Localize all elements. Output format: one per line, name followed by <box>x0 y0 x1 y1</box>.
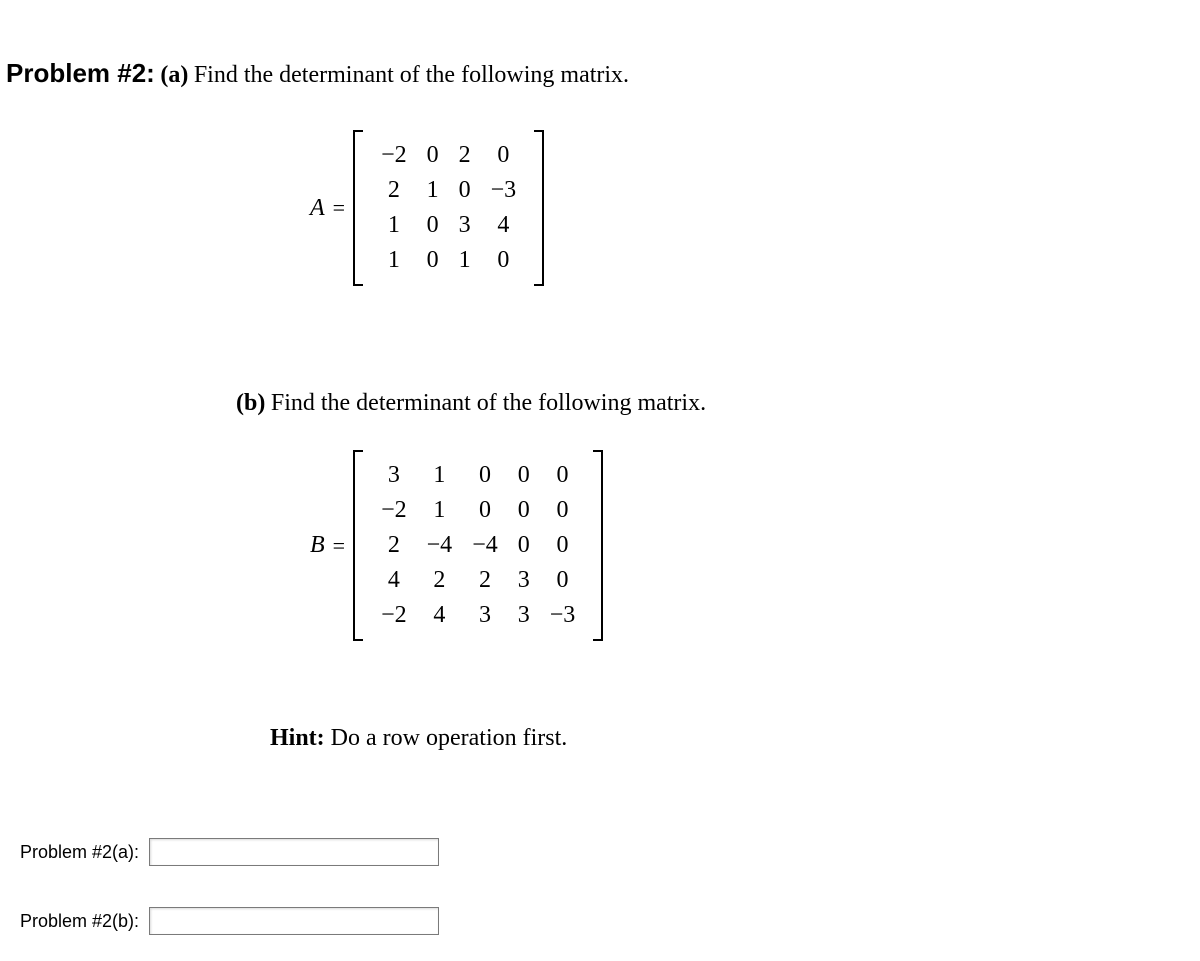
matrix-cell: 1 <box>449 243 481 278</box>
table-row: 1 0 3 4 <box>371 208 526 243</box>
part-b-text: Find the determinant of the following ma… <box>271 390 706 416</box>
hint-text: Do a row operation first. <box>325 725 568 751</box>
matrix-cell: 0 <box>449 173 481 208</box>
matrix-a-table: −2 0 2 0 2 1 0 −3 1 0 3 <box>371 138 526 278</box>
matrix-cell: 4 <box>417 598 463 633</box>
answer-row-b: Problem #2(b): <box>20 907 439 935</box>
matrix-cell: 0 <box>417 243 449 278</box>
matrix-cell: 0 <box>417 208 449 243</box>
matrix-cell: 0 <box>508 458 540 493</box>
answer-a-label: Problem #2(a): <box>20 842 139 863</box>
matrix-cell: 2 <box>371 173 417 208</box>
matrix-cell: 3 <box>371 458 417 493</box>
matrix-cell: −3 <box>481 173 527 208</box>
matrix-cell: 1 <box>417 493 463 528</box>
matrix-cell: −3 <box>540 598 586 633</box>
matrix-b-body: 3 1 0 0 0 −2 1 0 0 0 2 − <box>363 450 593 641</box>
part-b-label: (b) <box>236 390 265 416</box>
matrix-cell: 3 <box>508 598 540 633</box>
matrix-cell: −2 <box>371 598 417 633</box>
problem-line-b: (b) Find the determinant of the followin… <box>236 390 706 417</box>
matrix-cell: −4 <box>462 528 508 563</box>
hint-label: Hint: <box>270 725 325 751</box>
table-row: 4 2 2 3 0 <box>371 563 585 598</box>
problem-number: Problem #2: <box>6 58 155 88</box>
answer-b-label: Problem #2(b): <box>20 911 139 932</box>
matrix-cell: 1 <box>371 208 417 243</box>
part-a-label: (a) <box>160 62 188 88</box>
matrix-b: 3 1 0 0 0 −2 1 0 0 0 2 − <box>353 450 603 641</box>
matrix-cell: 0 <box>540 458 586 493</box>
matrix-cell: 4 <box>371 563 417 598</box>
matrix-b-block: B = 3 1 0 0 0 −2 1 0 0 <box>310 450 603 641</box>
page: Problem #2: (a) Find the determinant of … <box>0 0 1200 961</box>
table-row: −2 1 0 0 0 <box>371 493 585 528</box>
answer-row-a: Problem #2(a): <box>20 838 439 866</box>
bracket-left-icon <box>353 450 363 641</box>
matrix-a-block: A = −2 0 2 0 2 1 0 −3 <box>310 130 544 286</box>
table-row: 1 0 1 0 <box>371 243 526 278</box>
table-row: 3 1 0 0 0 <box>371 458 585 493</box>
matrix-cell: 2 <box>462 563 508 598</box>
matrix-cell: 1 <box>417 173 449 208</box>
matrix-cell: 0 <box>417 138 449 173</box>
matrix-cell: 3 <box>449 208 481 243</box>
answer-a-input[interactable] <box>149 838 439 866</box>
matrix-a: −2 0 2 0 2 1 0 −3 1 0 3 <box>353 130 544 286</box>
table-row: 2 1 0 −3 <box>371 173 526 208</box>
part-a-text: Find the determinant of the following ma… <box>194 62 629 88</box>
matrix-cell: 3 <box>508 563 540 598</box>
matrix-cell: 0 <box>481 243 527 278</box>
matrix-cell: 0 <box>462 458 508 493</box>
bracket-left-icon <box>353 130 363 286</box>
table-row: −2 4 3 3 −3 <box>371 598 585 633</box>
hint-line: Hint: Do a row operation first. <box>270 725 567 752</box>
matrix-cell: 1 <box>371 243 417 278</box>
matrix-cell: 2 <box>449 138 481 173</box>
equals-a: = <box>333 195 345 221</box>
matrix-cell: −4 <box>417 528 463 563</box>
matrix-cell: 2 <box>417 563 463 598</box>
matrix-cell: −2 <box>371 493 417 528</box>
matrix-cell: 0 <box>481 138 527 173</box>
table-row: −2 0 2 0 <box>371 138 526 173</box>
matrix-cell: 0 <box>540 493 586 528</box>
matrix-b-name: B <box>310 532 325 559</box>
equals-b: = <box>333 533 345 559</box>
matrix-cell: 2 <box>371 528 417 563</box>
problem-line-a: Problem #2: (a) Find the determinant of … <box>6 58 629 89</box>
matrix-cell: 0 <box>508 493 540 528</box>
table-row: 2 −4 −4 0 0 <box>371 528 585 563</box>
matrix-cell: 1 <box>417 458 463 493</box>
matrix-cell: 0 <box>540 528 586 563</box>
bracket-right-icon <box>593 450 603 641</box>
matrix-cell: 0 <box>540 563 586 598</box>
matrix-cell: 4 <box>481 208 527 243</box>
matrix-cell: 0 <box>508 528 540 563</box>
matrix-cell: 3 <box>462 598 508 633</box>
matrix-cell: 0 <box>462 493 508 528</box>
answer-b-input[interactable] <box>149 907 439 935</box>
bracket-right-icon <box>534 130 544 286</box>
matrix-a-name: A <box>310 195 325 222</box>
matrix-cell: −2 <box>371 138 417 173</box>
matrix-a-body: −2 0 2 0 2 1 0 −3 1 0 3 <box>363 130 534 286</box>
matrix-b-table: 3 1 0 0 0 −2 1 0 0 0 2 − <box>371 458 585 633</box>
